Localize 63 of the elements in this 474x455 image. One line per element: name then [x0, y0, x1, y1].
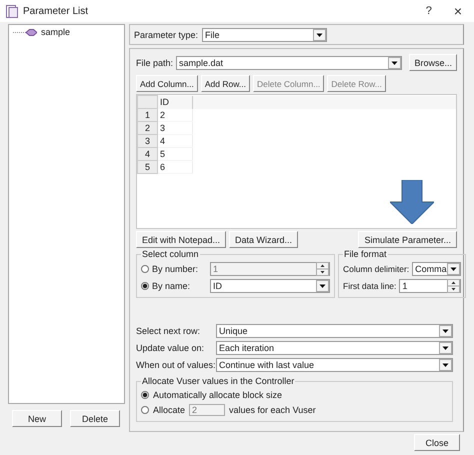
down-arrow-icon	[390, 180, 434, 224]
new-button[interactable]: New	[12, 410, 62, 427]
tree-item[interactable]: sample	[40, 27, 72, 37]
row-header: 2	[138, 122, 158, 134]
caret-icon	[446, 262, 460, 274]
setting-dropdown[interactable]: Each iteration	[216, 341, 453, 355]
file-path-dropdown[interactable]: sample.dat	[176, 56, 402, 70]
column-header: ID	[158, 96, 192, 108]
group-title: File format	[343, 249, 388, 259]
table-cell: 2	[158, 108, 192, 122]
field-label: When out of values:	[136, 360, 216, 370]
close-button[interactable]: ×	[454, 3, 462, 19]
group-title: Allocate Vuser values in the Controller	[141, 376, 296, 386]
caret-icon	[388, 56, 402, 68]
radio-button[interactable]	[141, 282, 149, 290]
group-title: Select column	[141, 249, 200, 259]
table-cell: 5	[158, 148, 192, 160]
help-button[interactable]: ?	[426, 5, 432, 17]
row-header: 5	[138, 160, 158, 174]
table-cell: 4	[158, 134, 192, 148]
field-label: First data line:	[343, 280, 396, 290]
spin-buttons-icon	[446, 278, 460, 292]
action-button[interactable]: Edit with Notepad...	[136, 231, 226, 248]
delete-button[interactable]: Delete	[70, 410, 120, 427]
table-cell: 3	[158, 122, 192, 134]
row-header: 4	[138, 148, 158, 160]
option-label: Allocate	[153, 404, 186, 414]
number-field[interactable]: 1	[399, 278, 461, 292]
name-dropdown[interactable]: ID	[210, 278, 330, 292]
radio-button[interactable]	[141, 406, 149, 414]
field-label: Column delimiter:	[343, 264, 410, 274]
caret-icon	[313, 28, 326, 40]
option-label: By name:	[152, 280, 192, 290]
caret-icon	[439, 342, 452, 354]
radio-button[interactable]	[141, 390, 149, 398]
table-cell: 6	[158, 160, 192, 174]
setting-dropdown[interactable]: Continue with last value	[216, 358, 453, 372]
option-label: By number:	[152, 264, 200, 274]
setting-dropdown[interactable]: Unique	[216, 324, 453, 338]
table-button[interactable]: Add Column...	[136, 75, 198, 92]
field-label: Select next row:	[136, 326, 202, 336]
spin-buttons-icon	[316, 262, 329, 276]
browse-button[interactable]: Browse...	[409, 54, 457, 71]
document-icon	[6, 4, 18, 18]
row-header: 1	[138, 108, 158, 122]
caret-icon	[439, 359, 452, 371]
table-button[interactable]: Add Row...	[200, 75, 250, 92]
option-label: values for each Vuser	[229, 404, 316, 414]
parameter-icon	[13, 28, 37, 36]
field-label: Update value on:	[136, 343, 206, 353]
field-label: Parameter type:	[134, 30, 198, 40]
window-title: Parameter List	[23, 6, 90, 16]
number-field[interactable]: 2	[189, 404, 226, 416]
option-label: Automatically allocate block size	[153, 390, 282, 400]
action-button[interactable]: Simulate Parameter...	[358, 231, 457, 248]
action-button[interactable]: Data Wizard...	[229, 231, 298, 248]
parameter-type-dropdown[interactable]: File	[202, 28, 328, 42]
row-header: 3	[138, 134, 158, 148]
field-label: File path:	[136, 58, 174, 68]
close-dialog-button[interactable]: Close	[414, 434, 460, 451]
caret-icon	[316, 280, 329, 292]
delimiter-dropdown[interactable]: Comma	[412, 262, 461, 276]
caret-icon	[439, 325, 452, 337]
